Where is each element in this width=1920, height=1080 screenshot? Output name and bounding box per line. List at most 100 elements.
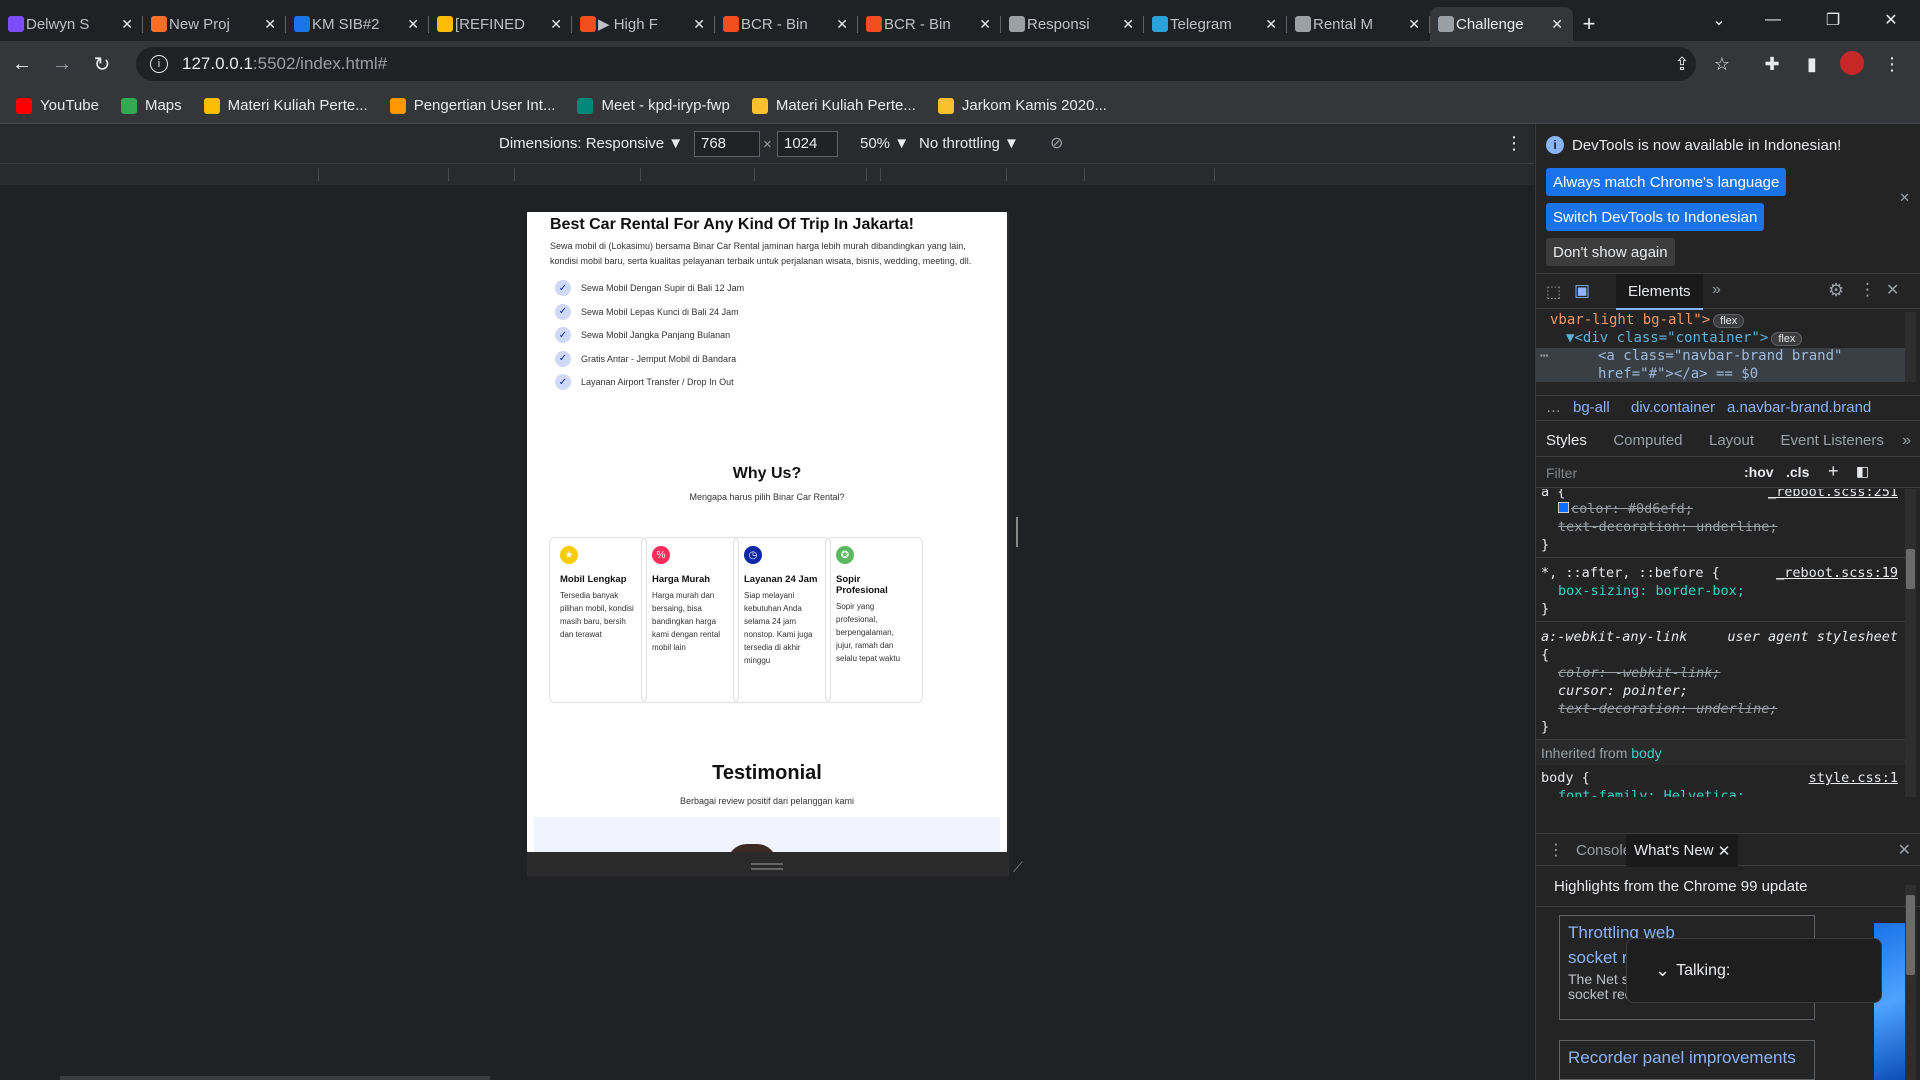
tab[interactable]: ▶ High F ✕ bbox=[572, 7, 715, 41]
restore-icon[interactable]: ❐ bbox=[1806, 0, 1860, 40]
settings-gear-icon[interactable]: ⚙ bbox=[1828, 280, 1844, 301]
extensions-icon[interactable]: ✚ bbox=[1760, 52, 1784, 76]
close-tab-icon[interactable]: ✕ bbox=[121, 16, 133, 33]
close-tab-icon[interactable]: ✕ bbox=[1551, 16, 1563, 33]
tab[interactable]: KM SIB#2 ✕ bbox=[286, 7, 429, 41]
close-infobar-icon[interactable]: ✕ bbox=[1899, 190, 1910, 206]
tab[interactable]: New Proj ✕ bbox=[143, 7, 286, 41]
chevron-down-icon[interactable]: ⌄ bbox=[1655, 960, 1670, 981]
selected-dom-node[interactable]: ⋯ <a class="navbar-brand brand" href="#"… bbox=[1536, 348, 1906, 382]
close-tab-icon[interactable]: ✕ bbox=[550, 16, 562, 33]
reload-icon[interactable]: ↻ bbox=[84, 47, 120, 83]
new-style-rule-icon[interactable]: + bbox=[1828, 461, 1839, 482]
devtools-menu-icon[interactable]: ⋮ bbox=[1859, 280, 1876, 300]
close-tab-icon[interactable]: ✕ bbox=[1122, 16, 1134, 33]
close-window-icon[interactable]: ✕ bbox=[1864, 0, 1918, 40]
class-toggle[interactable]: .cls bbox=[1786, 464, 1809, 480]
forward-icon[interactable]: → bbox=[44, 47, 80, 83]
back-icon[interactable]: ← bbox=[4, 47, 40, 83]
css-prop[interactable]: text-decoration: underline; bbox=[1558, 519, 1777, 535]
css-rule-source[interactable]: _reboot.scss:19 bbox=[1776, 564, 1898, 582]
bookmark-star-icon[interactable]: ☆ bbox=[1710, 52, 1734, 76]
css-prop[interactable]: font-family: Helvetica; bbox=[1536, 787, 1906, 797]
site-info-icon[interactable]: i bbox=[150, 55, 168, 73]
bookmark-item[interactable]: Materi Kuliah Perte... bbox=[751, 97, 916, 114]
more-style-tabs-icon[interactable]: » bbox=[1902, 432, 1911, 450]
flex-badge-1[interactable]: flex bbox=[1713, 314, 1745, 328]
styles-pane[interactable]: _reboot.scss:251 a { color: #0d6efd; text… bbox=[1536, 489, 1906, 797]
css-selector[interactable]: body { bbox=[1541, 770, 1590, 786]
tab[interactable]: BCR - Bin ✕ bbox=[858, 7, 1001, 41]
drawer-scrollbar[interactable] bbox=[1905, 885, 1916, 1080]
always-match-language-button[interactable]: Always match Chrome's language bbox=[1546, 168, 1787, 196]
tab[interactable]: Telegram ✕ bbox=[1144, 7, 1287, 41]
bookmark-item[interactable]: Materi Kuliah Perte... bbox=[203, 97, 368, 114]
throttling-dropdown[interactable]: No throttling ▼ bbox=[919, 135, 1019, 152]
breadcrumb-item[interactable]: div.container bbox=[1631, 399, 1715, 416]
tab[interactable]: BCR - Bin ✕ bbox=[715, 7, 858, 41]
css-rule-source[interactable]: style.css:1 bbox=[1809, 769, 1898, 787]
tab-layout[interactable]: Layout bbox=[1709, 432, 1754, 449]
tab-elements[interactable]: Elements bbox=[1616, 274, 1703, 310]
styles-filter-input[interactable]: Filter bbox=[1546, 465, 1577, 481]
whats-new-card-title[interactable]: Recorder panel improvements bbox=[1568, 1045, 1806, 1070]
close-tab-icon[interactable]: ✕ bbox=[979, 16, 991, 33]
rotate-icon[interactable]: ⊘ bbox=[1050, 133, 1063, 153]
css-selector[interactable]: *, ::after, ::before { bbox=[1541, 565, 1720, 581]
bookmark-item[interactable]: Meet - kpd-iryp-fwp bbox=[577, 97, 730, 114]
device-toggle-icon[interactable]: ▣ bbox=[1574, 281, 1590, 301]
height-input[interactable]: 1024 bbox=[777, 131, 838, 157]
horizontal-scrollbar[interactable] bbox=[60, 1076, 490, 1080]
bookmark-item[interactable]: Jarkom Kamis 2020... bbox=[937, 97, 1107, 114]
dom-line-2[interactable]: <div class="container"> bbox=[1574, 330, 1768, 346]
css-prop[interactable]: color: #0d6efd; bbox=[1571, 501, 1693, 517]
tab-computed[interactable]: Computed bbox=[1613, 432, 1682, 449]
tab-event-listeners[interactable]: Event Listeners bbox=[1780, 432, 1883, 449]
media-query-bar[interactable] bbox=[0, 163, 1534, 185]
minimize-icon[interactable]: — bbox=[1746, 0, 1800, 40]
breadcrumb-item[interactable]: a.navbar-brand.brand bbox=[1727, 399, 1871, 416]
new-tab-button[interactable]: + bbox=[1573, 7, 1605, 41]
bookmark-item[interactable]: Pengertian User Int... bbox=[389, 97, 555, 114]
bookmark-item[interactable]: YouTube bbox=[16, 97, 99, 114]
resize-bottom-handle[interactable] bbox=[751, 863, 783, 865]
css-prop[interactable]: cursor: pointer; bbox=[1536, 682, 1906, 700]
zoom-dropdown[interactable]: 50% ▼ bbox=[860, 135, 909, 152]
css-prop[interactable]: text-decoration: underline; bbox=[1536, 700, 1906, 718]
tab-active[interactable]: Challenge ✕ bbox=[1430, 7, 1573, 41]
dimensions-dropdown[interactable]: Dimensions: Responsive ▼ bbox=[499, 135, 683, 152]
tab-search-icon[interactable]: ⌄ bbox=[1692, 0, 1746, 40]
inspect-element-icon[interactable]: ⬚ bbox=[1546, 282, 1561, 302]
chrome-menu-icon[interactable]: ⋮ bbox=[1880, 52, 1904, 76]
whats-new-card[interactable]: Recorder panel improvements bbox=[1559, 1040, 1815, 1080]
dom-line-1[interactable]: vbar-light bg-all"> bbox=[1550, 312, 1710, 328]
more-tabs-icon[interactable]: » bbox=[1712, 281, 1721, 299]
css-prop[interactable]: box-sizing: border-box; bbox=[1536, 582, 1906, 600]
resize-corner-icon[interactable]: ⟋ bbox=[1013, 859, 1023, 876]
close-tab-icon[interactable]: ✕ bbox=[693, 16, 705, 33]
profile-avatar[interactable] bbox=[1840, 51, 1864, 75]
drawer-tab-console[interactable]: Console bbox=[1576, 842, 1631, 859]
address-bar[interactable]: i 127.0.0.1:5502/index.html# bbox=[136, 47, 1696, 81]
dom-scrollbar[interactable] bbox=[1905, 312, 1916, 382]
close-tab-icon[interactable]: ✕ bbox=[836, 16, 848, 33]
css-selector[interactable]: a:-webkit-any-link bbox=[1541, 629, 1687, 645]
tab-styles[interactable]: Styles bbox=[1546, 432, 1587, 449]
drawer-tab-whats-new[interactable]: What's New ✕ bbox=[1626, 834, 1739, 867]
close-tab-icon[interactable]: ✕ bbox=[407, 16, 419, 33]
dom-tree[interactable]: vbar-light bg-all"> flex ▼<div class="con… bbox=[1536, 310, 1906, 382]
css-prop[interactable]: color: -webkit-link; bbox=[1536, 664, 1906, 682]
dont-show-again-button[interactable]: Don't show again bbox=[1546, 238, 1675, 266]
tab[interactable]: Responsi ✕ bbox=[1001, 7, 1144, 41]
toggle-sidebar-icon[interactable]: ◧ bbox=[1856, 463, 1869, 480]
hover-state-toggle[interactable]: :hov bbox=[1744, 464, 1774, 480]
styles-scrollbar[interactable] bbox=[1905, 489, 1916, 797]
close-drawer-icon[interactable]: ✕ bbox=[1898, 840, 1911, 860]
close-tab-icon[interactable]: ✕ bbox=[1408, 16, 1420, 33]
share-icon[interactable]: ⇪ bbox=[1670, 52, 1694, 76]
width-input[interactable]: 768 bbox=[694, 131, 760, 157]
tab[interactable]: [REFINED ✕ bbox=[429, 7, 572, 41]
close-tab-icon[interactable]: ✕ bbox=[264, 16, 276, 33]
tab[interactable]: Delwyn S ✕ bbox=[0, 7, 143, 41]
tab[interactable]: Rental M ✕ bbox=[1287, 7, 1430, 41]
